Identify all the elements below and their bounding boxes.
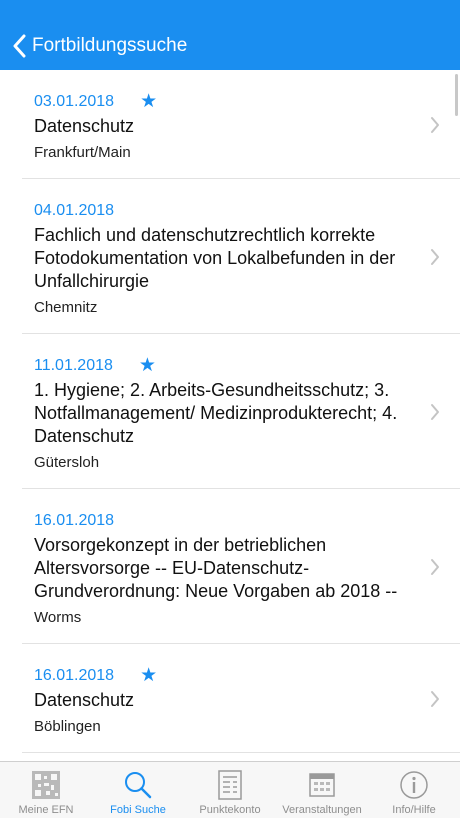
back-button[interactable]: Fortbildungssuche <box>12 34 187 58</box>
event-city: Worms <box>34 609 82 626</box>
event-list[interactable]: 03.01.2018 ★ Datenschutz Frankfurt/Main 04.0… <box>0 70 460 762</box>
event-date: 16.01.2018 <box>34 512 115 529</box>
event-row[interactable]: 11.01.2018 ★ 1. Hygiene; 2. Arbeits-Gesund… <box>0 334 460 489</box>
date-line: 03.01.2018 ★ <box>34 92 400 112</box>
tab-label: Punktekonto <box>199 804 261 816</box>
event-city: Frankfurt/Main <box>34 144 131 161</box>
date-line: 04.01.2018 <box>34 201 400 221</box>
event-date: 11.01.2018 <box>34 357 113 374</box>
tab-veranstaltungen[interactable]: Veranstaltungen <box>276 762 368 818</box>
event-row[interactable]: 16.01.2018 Vorsorgekonzept in der betrieb… <box>0 489 460 644</box>
search-icon <box>123 770 153 800</box>
event-city: Chemnitz <box>34 299 98 316</box>
event-date: 16.01.2018 <box>34 667 115 684</box>
event-row[interactable]: 03.01.2018 ★ Datenschutz Frankfurt/Main <box>0 70 460 179</box>
scrollbar[interactable] <box>455 74 458 116</box>
event-title: Fachlich und datenschutzrechtlich korrek… <box>34 225 396 291</box>
event-title: Datenschutz <box>34 116 135 136</box>
back-button-label: Fortbildungssuche <box>32 35 188 56</box>
navigation-bar: Fortbildungssuche <box>0 0 460 70</box>
chevron-left-icon <box>13 34 26 58</box>
tab-info-hilfe[interactable]: Info/Hilfe <box>368 762 460 818</box>
chevron-right-icon <box>431 248 439 265</box>
tab-meine-efn[interactable]: Meine EFN <box>0 762 92 818</box>
date-line: 16.01.2018 <box>34 511 400 531</box>
tab-fobi-suche[interactable]: Fobi Suche <box>92 762 184 818</box>
event-row[interactable]: 04.01.2018 Fachlich und datenschutzrechtl… <box>0 179 460 334</box>
event-row[interactable]: 16.01.2018 ★ Datenschutz Böblingen <box>0 644 460 753</box>
chevron-right-icon <box>431 558 439 575</box>
star-icon: ★ <box>140 665 158 686</box>
tab-label: Meine EFN <box>18 804 74 816</box>
event-date: 03.01.2018 <box>34 93 115 110</box>
tab-label: Fobi Suche <box>110 804 166 816</box>
event-title: Vorsorgekonzept in der betrieblichen Alt… <box>34 535 398 601</box>
chevron-right-icon <box>431 690 439 707</box>
event-city: Böblingen <box>34 718 101 735</box>
tab-punktekonto[interactable]: Punktekonto <box>184 762 276 818</box>
info-icon <box>399 770 429 800</box>
event-title: Datenschutz <box>34 690 135 710</box>
star-icon: ★ <box>140 91 158 112</box>
tab-label: Veranstaltungen <box>282 804 362 816</box>
barcode-icon <box>31 770 61 800</box>
date-line: 11.01.2018 ★ <box>34 356 400 376</box>
tab-label: Info/Hilfe <box>392 804 436 816</box>
event-title: 1. Hygiene; 2. Arbeits-Gesundheitsschutz… <box>34 380 398 446</box>
event-date: 04.01.2018 <box>34 202 115 219</box>
star-icon: ★ <box>138 355 156 376</box>
event-city: Gütersloh <box>34 454 100 471</box>
tab-bar: Meine EFN Fobi Suche Punktekonto Veranst… <box>0 761 460 818</box>
date-line: 16.01.2018 ★ <box>34 666 400 686</box>
ledger-icon <box>217 770 243 800</box>
chevron-right-icon <box>431 403 439 420</box>
calendar-icon <box>308 770 336 800</box>
chevron-right-icon <box>431 116 439 133</box>
